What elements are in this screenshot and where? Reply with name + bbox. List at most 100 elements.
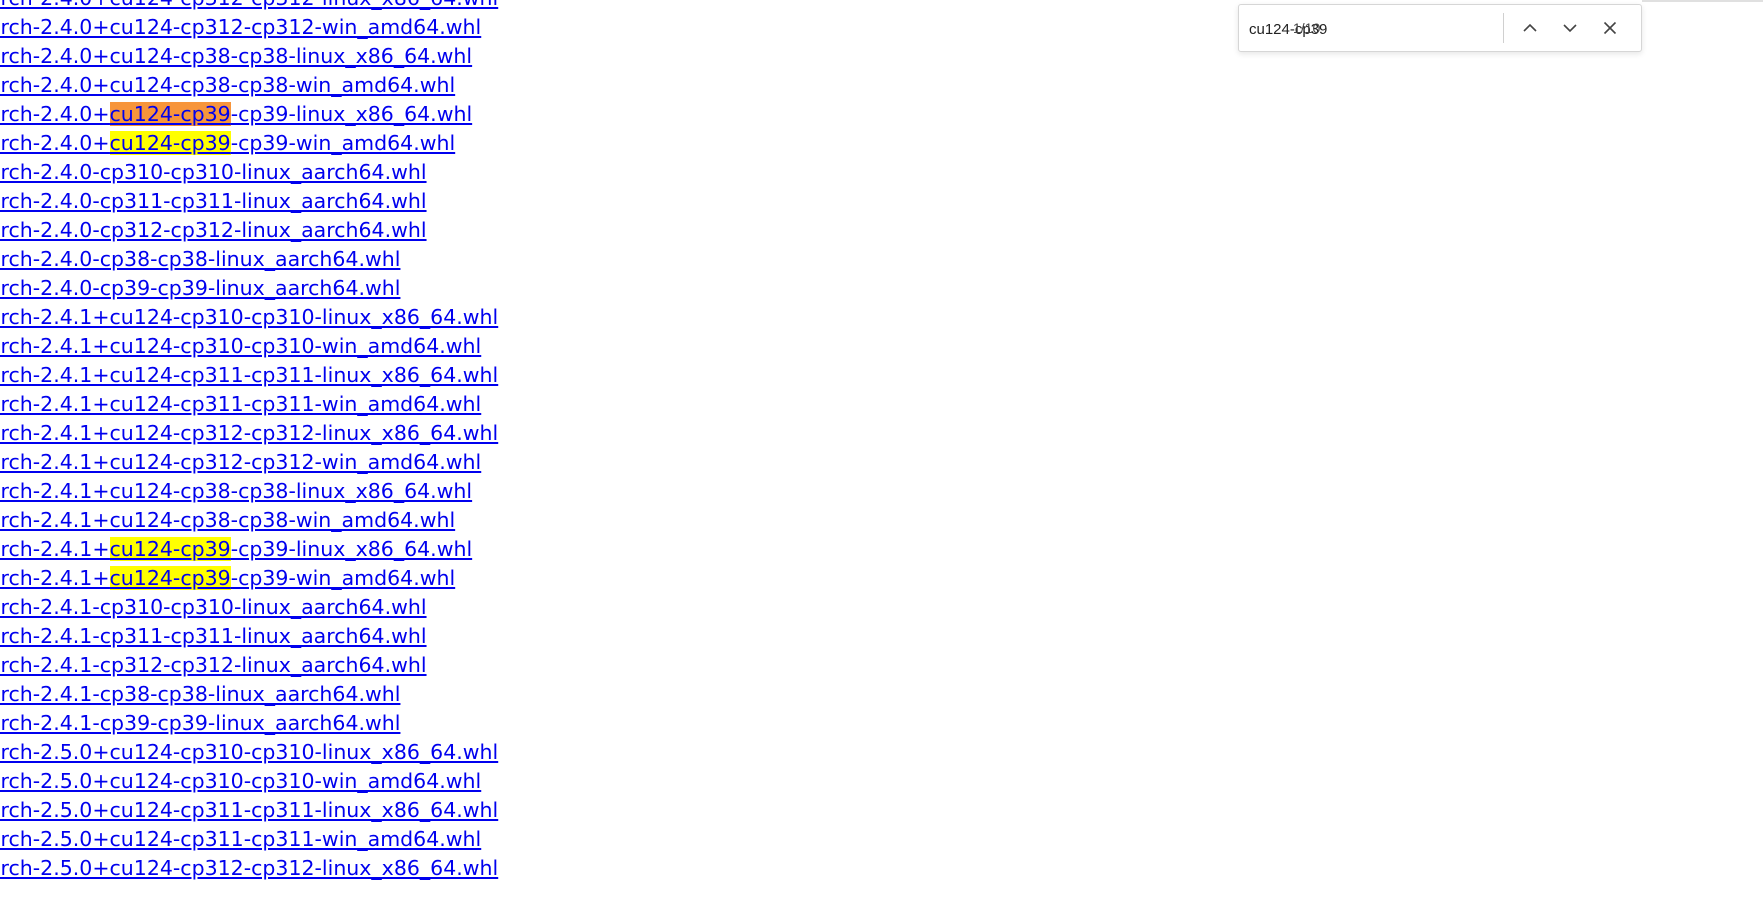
file-link[interactable]: orch-2.4.0+cu124-cp39-cp39-win_amd64.whl	[0, 131, 455, 155]
file-link-text: orch-2.4.0-cp38-cp38-linux_aarch64.whl	[0, 247, 401, 271]
close-icon	[1603, 21, 1617, 35]
file-link-text: orch-2.4.1+	[0, 537, 110, 561]
list-item: orch-2.5.0+cu124-cp312-cp312-linux_x86_6…	[0, 854, 498, 883]
file-link-text: orch-2.5.0+cu124-cp311-cp311-linux_x86_6…	[0, 798, 499, 822]
file-link[interactable]: orch-2.4.1+cu124-cp39-cp39-linux_x86_64.…	[0, 537, 472, 561]
chevron-up-icon	[1523, 23, 1537, 32]
file-link-text: orch-2.4.1+cu124-cp311-cp311-win_amd64.w…	[0, 392, 482, 416]
file-link[interactable]: orch-2.4.0+cu124-cp38-cp38-win_amd64.whl	[0, 73, 455, 97]
list-item: orch-2.4.1-cp311-cp311-linux_aarch64.whl	[0, 622, 498, 651]
find-in-page-bar: 1/10	[1238, 4, 1642, 52]
file-link[interactable]: orch-2.4.1+cu124-cp39-cp39-win_amd64.whl	[0, 566, 455, 590]
file-link[interactable]: orch-2.4.0-cp311-cp311-linux_aarch64.whl	[0, 189, 427, 213]
file-link-text: orch-2.4.0+cu124-cp38-cp38-linux_x86_64.…	[0, 44, 473, 68]
file-link[interactable]: orch-2.4.1-cp39-cp39-linux_aarch64.whl	[0, 711, 400, 735]
file-link[interactable]: orch-2.4.0-cp39-cp39-linux_aarch64.whl	[0, 276, 400, 300]
file-link[interactable]: orch-2.4.0+cu124-cp312-cp312-win_amd64.w…	[0, 15, 481, 39]
list-item: orch-2.5.0+cu124-cp310-cp310-win_amd64.w…	[0, 767, 498, 796]
file-link-list: orch-2.4.0+cu124-cp312-cp312-linux_x86_6…	[0, 0, 498, 883]
file-link-text: orch-2.4.0-cp39-cp39-linux_aarch64.whl	[0, 276, 401, 300]
file-link-text: orch-2.4.1+cu124-cp312-cp312-win_amd64.w…	[0, 450, 482, 474]
list-item: orch-2.4.1+cu124-cp310-cp310-win_amd64.w…	[0, 332, 498, 361]
file-link[interactable]: orch-2.4.1+cu124-cp312-cp312-linux_x86_6…	[0, 421, 498, 445]
file-link-text: -cp39-win_amd64.whl	[230, 131, 456, 155]
file-link[interactable]: orch-2.4.0+cu124-cp312-cp312-linux_x86_6…	[0, 0, 498, 10]
file-link[interactable]: orch-2.4.0+cu124-cp39-cp39-linux_x86_64.…	[0, 102, 472, 126]
list-item: orch-2.4.0+cu124-cp39-cp39-linux_x86_64.…	[0, 100, 498, 129]
file-link-text: orch-2.4.1+	[0, 566, 110, 590]
list-item: orch-2.4.1+cu124-cp312-cp312-linux_x86_6…	[0, 419, 498, 448]
file-link-text: orch-2.4.1+cu124-cp38-cp38-linux_x86_64.…	[0, 479, 473, 503]
file-link[interactable]: orch-2.4.1+cu124-cp310-cp310-win_amd64.w…	[0, 334, 481, 358]
file-link[interactable]: orch-2.4.1+cu124-cp38-cp38-win_amd64.whl	[0, 508, 455, 532]
list-item: orch-2.5.0+cu124-cp311-cp311-win_amd64.w…	[0, 825, 498, 854]
file-link-text: orch-2.4.1-cp311-cp311-linux_aarch64.whl	[0, 624, 427, 648]
file-link[interactable]: orch-2.5.0+cu124-cp311-cp311-win_amd64.w…	[0, 827, 481, 851]
list-item: orch-2.4.1+cu124-cp38-cp38-linux_x86_64.…	[0, 477, 498, 506]
file-link[interactable]: orch-2.4.0-cp312-cp312-linux_aarch64.whl	[0, 218, 427, 242]
file-link[interactable]: orch-2.4.1+cu124-cp38-cp38-linux_x86_64.…	[0, 479, 472, 503]
list-item: orch-2.4.0+cu124-cp38-cp38-linux_x86_64.…	[0, 42, 498, 71]
list-item: orch-2.4.0-cp312-cp312-linux_aarch64.whl	[0, 216, 498, 245]
file-link[interactable]: orch-2.4.1-cp38-cp38-linux_aarch64.whl	[0, 682, 400, 706]
file-link[interactable]: orch-2.4.1+cu124-cp312-cp312-win_amd64.w…	[0, 450, 481, 474]
list-item: orch-2.4.1+cu124-cp39-cp39-win_amd64.whl	[0, 564, 498, 593]
file-link[interactable]: orch-2.4.1+cu124-cp311-cp311-win_amd64.w…	[0, 392, 481, 416]
file-link-text: -cp39-linux_x86_64.whl	[230, 537, 473, 561]
find-input[interactable]	[1247, 13, 1441, 45]
file-link[interactable]: orch-2.5.0+cu124-cp311-cp311-linux_x86_6…	[0, 798, 498, 822]
list-item: orch-2.4.1+cu124-cp312-cp312-win_amd64.w…	[0, 448, 498, 477]
file-link-text: orch-2.5.0+cu124-cp312-cp312-linux_x86_6…	[0, 856, 499, 880]
file-link[interactable]: orch-2.4.1-cp310-cp310-linux_aarch64.whl	[0, 595, 427, 619]
file-link-text: orch-2.4.1-cp38-cp38-linux_aarch64.whl	[0, 682, 401, 706]
find-close-button[interactable]	[1594, 12, 1626, 44]
file-link-text: orch-2.4.1-cp312-cp312-linux_aarch64.whl	[0, 653, 427, 677]
search-highlight: cu124-cp39	[109, 566, 231, 590]
find-divider	[1503, 13, 1504, 43]
window-top-edge	[1642, 0, 1763, 2]
list-item: orch-2.4.0+cu124-cp312-cp312-linux_x86_6…	[0, 0, 498, 13]
file-link-text: orch-2.4.1+cu124-cp310-cp310-win_amd64.w…	[0, 334, 482, 358]
file-link-text: orch-2.5.0+cu124-cp310-cp310-linux_x86_6…	[0, 740, 499, 764]
find-previous-button[interactable]	[1514, 12, 1546, 44]
list-item: orch-2.5.0+cu124-cp311-cp311-linux_x86_6…	[0, 796, 498, 825]
file-link[interactable]: orch-2.4.1-cp311-cp311-linux_aarch64.whl	[0, 624, 427, 648]
file-link-text: orch-2.4.0-cp311-cp311-linux_aarch64.whl	[0, 189, 427, 213]
file-link-text: orch-2.4.0+	[0, 102, 110, 126]
list-item: orch-2.4.0+cu124-cp38-cp38-win_amd64.whl	[0, 71, 498, 100]
list-item: orch-2.4.0-cp310-cp310-linux_aarch64.whl	[0, 158, 498, 187]
file-link[interactable]: orch-2.5.0+cu124-cp310-cp310-win_amd64.w…	[0, 769, 481, 793]
find-next-button[interactable]	[1554, 12, 1586, 44]
list-item: orch-2.4.1-cp310-cp310-linux_aarch64.whl	[0, 593, 498, 622]
list-item: orch-2.4.1+cu124-cp311-cp311-linux_x86_6…	[0, 361, 498, 390]
file-link[interactable]: orch-2.4.0-cp310-cp310-linux_aarch64.whl	[0, 160, 427, 184]
list-item: orch-2.4.1+cu124-cp38-cp38-win_amd64.whl	[0, 506, 498, 535]
list-item: orch-2.4.0+cu124-cp39-cp39-win_amd64.whl	[0, 129, 498, 158]
list-item: orch-2.4.1-cp312-cp312-linux_aarch64.whl	[0, 651, 498, 680]
file-link[interactable]: orch-2.4.0-cp38-cp38-linux_aarch64.whl	[0, 247, 400, 271]
file-link-text: orch-2.4.1+cu124-cp311-cp311-linux_x86_6…	[0, 363, 499, 387]
search-highlight: cu124-cp39	[109, 131, 231, 155]
file-link-text: orch-2.4.0+cu124-cp312-cp312-win_amd64.w…	[0, 15, 482, 39]
chevron-down-icon	[1563, 24, 1577, 33]
file-link-text: orch-2.4.1-cp39-cp39-linux_aarch64.whl	[0, 711, 401, 735]
file-link-text: orch-2.4.0+cu124-cp38-cp38-win_amd64.whl	[0, 73, 456, 97]
list-item: orch-2.5.0+cu124-cp310-cp310-linux_x86_6…	[0, 738, 498, 767]
list-item: orch-2.4.0-cp38-cp38-linux_aarch64.whl	[0, 245, 498, 274]
list-item: orch-2.4.0+cu124-cp312-cp312-win_amd64.w…	[0, 13, 498, 42]
file-link-text: orch-2.4.1-cp310-cp310-linux_aarch64.whl	[0, 595, 427, 619]
file-link[interactable]: orch-2.4.1+cu124-cp310-cp310-linux_x86_6…	[0, 305, 498, 329]
list-item: orch-2.4.1+cu124-cp39-cp39-linux_x86_64.…	[0, 535, 498, 564]
list-item: orch-2.4.1+cu124-cp311-cp311-win_amd64.w…	[0, 390, 498, 419]
file-link-text: orch-2.4.0-cp310-cp310-linux_aarch64.whl	[0, 160, 427, 184]
file-link[interactable]: orch-2.5.0+cu124-cp310-cp310-linux_x86_6…	[0, 740, 498, 764]
file-link[interactable]: orch-2.4.0+cu124-cp38-cp38-linux_x86_64.…	[0, 44, 472, 68]
file-link-text: -cp39-linux_x86_64.whl	[230, 102, 473, 126]
file-link[interactable]: orch-2.4.1-cp312-cp312-linux_aarch64.whl	[0, 653, 427, 677]
list-item: orch-2.4.0-cp39-cp39-linux_aarch64.whl	[0, 274, 498, 303]
list-item: orch-2.4.1+cu124-cp310-cp310-linux_x86_6…	[0, 303, 498, 332]
list-item: orch-2.4.0-cp311-cp311-linux_aarch64.whl	[0, 187, 498, 216]
file-link-text: orch-2.4.1+cu124-cp310-cp310-linux_x86_6…	[0, 305, 499, 329]
file-link[interactable]: orch-2.4.1+cu124-cp311-cp311-linux_x86_6…	[0, 363, 498, 387]
file-link[interactable]: orch-2.5.0+cu124-cp312-cp312-linux_x86_6…	[0, 856, 498, 880]
